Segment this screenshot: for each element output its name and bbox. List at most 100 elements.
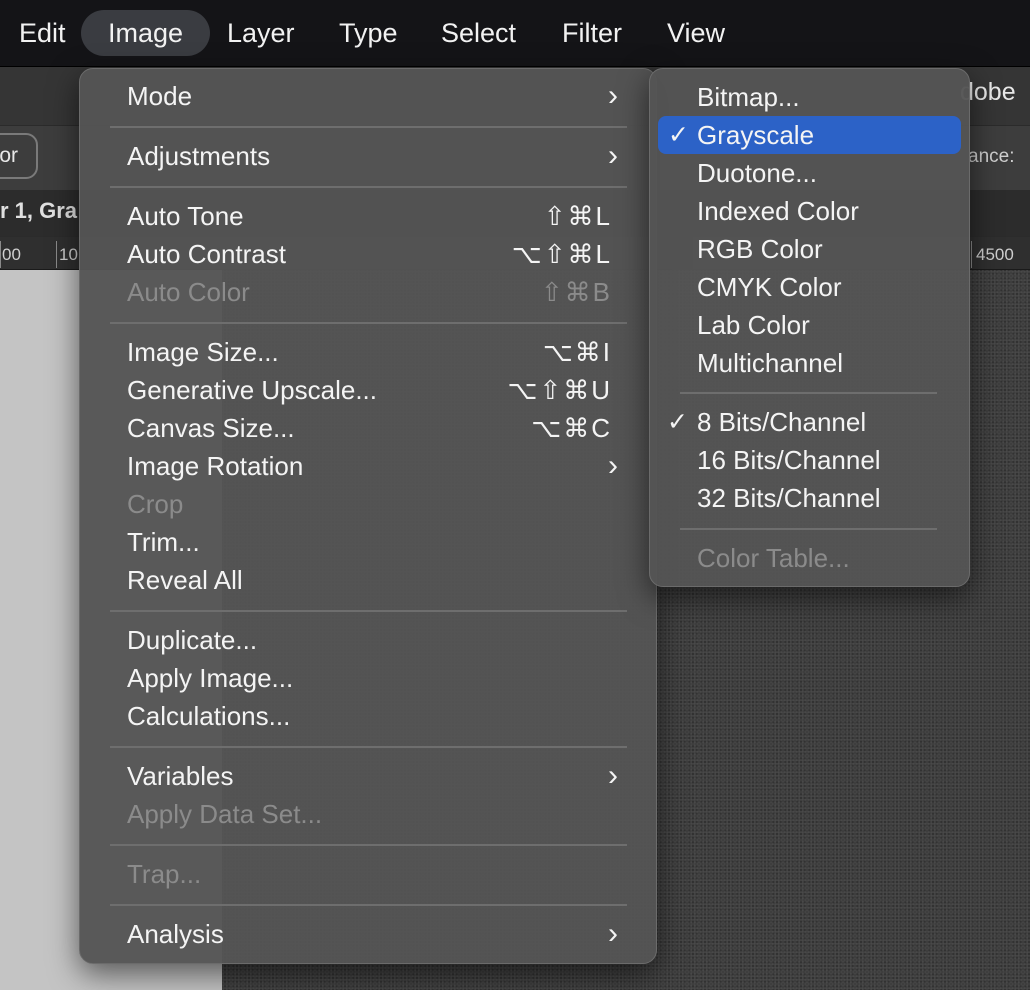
menu-layer[interactable]: Layer <box>227 10 295 56</box>
mode-item-lab-color[interactable]: Lab Color <box>650 306 969 344</box>
menu-item-label: Generative Upscale... <box>127 375 378 405</box>
mode-item-cmyk-color[interactable]: CMYK Color <box>650 268 969 306</box>
chevron-right-icon: › <box>608 759 618 792</box>
menu-item-shortcut: ⇧⌘L <box>543 201 612 231</box>
menu-item-label: Apply Image... <box>127 663 294 693</box>
menu-type[interactable]: Type <box>339 10 398 56</box>
menu-item-label: 32 Bits/Channel <box>697 483 881 513</box>
menu-item-label: Trap... <box>127 859 202 889</box>
menu-item-adjustments[interactable]: Adjustments › <box>80 137 656 175</box>
menu-item-generative-upscale[interactable]: Generative Upscale... ⌥⇧⌘U <box>80 371 656 409</box>
menu-separator <box>110 844 627 846</box>
ruler-label: 10 <box>59 245 78 264</box>
menu-separator <box>110 904 627 906</box>
ruler-tick <box>56 241 57 268</box>
menu-item-label: Auto Contrast <box>127 239 286 269</box>
menu-item-label: Variables <box>127 761 234 791</box>
menu-item-trim[interactable]: Trim... <box>80 523 656 561</box>
ruler-label: 4500 <box>976 245 1014 264</box>
menu-item-label: Calculations... <box>127 701 291 731</box>
menu-item-canvas-size[interactable]: Canvas Size... ⌥⌘C <box>80 409 656 447</box>
menu-separator <box>110 322 627 324</box>
menu-item-image-rotation[interactable]: Image Rotation › <box>80 447 656 485</box>
ruler-tick <box>971 241 972 268</box>
mode-submenu: Bitmap... ✓ Grayscale Duotone... Indexed… <box>649 68 970 587</box>
menu-item-label: Mode <box>127 81 193 111</box>
color-button[interactable]: or <box>0 133 38 179</box>
menu-item-image-size[interactable]: Image Size... ⌥⌘I <box>80 333 656 371</box>
menu-separator <box>110 746 627 748</box>
menu-item-label: Indexed Color <box>697 196 859 226</box>
menu-item-analysis[interactable]: Analysis › <box>80 915 656 953</box>
mode-item-8-bits[interactable]: ✓ 8 Bits/Channel <box>650 403 969 441</box>
menu-view[interactable]: View <box>667 10 725 56</box>
mode-item-multichannel[interactable]: Multichannel <box>650 344 969 382</box>
checkmark-icon: ✓ <box>668 121 689 149</box>
menu-item-label: Image Rotation <box>127 451 304 481</box>
mode-item-duotone[interactable]: Duotone... <box>650 154 969 192</box>
menu-item-shortcut: ⌥⇧⌘U <box>507 375 612 405</box>
mode-item-rgb-color[interactable]: RGB Color <box>650 230 969 268</box>
mode-item-bitmap[interactable]: Bitmap... <box>650 78 969 116</box>
image-menu: Mode › Adjustments › Auto Tone ⇧⌘L Auto … <box>79 68 657 964</box>
menu-item-label: Canvas Size... <box>127 413 295 443</box>
menu-item-label: 8 Bits/Channel <box>697 407 867 437</box>
mode-item-32-bits[interactable]: 32 Bits/Channel <box>650 479 969 517</box>
menu-select[interactable]: Select <box>441 10 516 56</box>
mode-item-color-table: Color Table... <box>650 539 969 577</box>
menu-separator <box>110 610 627 612</box>
menu-edit[interactable]: Edit <box>19 10 66 56</box>
menu-item-shortcut: ⌥⇧⌘L <box>511 239 612 269</box>
menu-item-auto-contrast[interactable]: Auto Contrast ⌥⇧⌘L <box>80 235 656 273</box>
menu-item-label: RGB Color <box>697 234 823 264</box>
menu-item-mode[interactable]: Mode › <box>80 77 656 115</box>
menu-item-label: Analysis <box>127 919 224 949</box>
menu-item-label: Bitmap... <box>697 82 800 112</box>
menu-item-label: Image Size... <box>127 337 279 367</box>
menu-item-label: CMYK Color <box>697 272 842 302</box>
menu-item-label: Adjustments <box>127 141 271 171</box>
chevron-right-icon: › <box>608 139 618 172</box>
menu-item-reveal-all[interactable]: Reveal All <box>80 561 656 599</box>
menu-separator <box>680 392 937 394</box>
menu-item-label: Lab Color <box>697 310 810 340</box>
menu-item-label: Auto Color <box>127 277 250 307</box>
chevron-right-icon: › <box>608 79 618 112</box>
menu-item-duplicate[interactable]: Duplicate... <box>80 621 656 659</box>
menu-bar: Edit Image Layer Type Select Filter View <box>0 0 1030 67</box>
mode-item-16-bits[interactable]: 16 Bits/Channel <box>650 441 969 479</box>
menu-separator <box>110 126 627 128</box>
menu-item-label: 16 Bits/Channel <box>697 445 881 475</box>
menu-item-auto-color: Auto Color ⇧⌘B <box>80 273 656 311</box>
menu-item-label: Duplicate... <box>127 625 258 655</box>
menu-filter[interactable]: Filter <box>562 10 622 56</box>
menu-item-label: Grayscale <box>697 120 815 150</box>
menu-item-label: Duotone... <box>697 158 817 188</box>
menu-item-apply-image[interactable]: Apply Image... <box>80 659 656 697</box>
menu-item-shortcut: ⌥⌘C <box>531 413 612 443</box>
chevron-right-icon: › <box>608 917 618 950</box>
menu-item-shortcut: ⌥⌘I <box>542 337 612 367</box>
menu-item-label: Trim... <box>127 527 200 557</box>
menu-separator <box>680 528 937 530</box>
menu-item-variables[interactable]: Variables › <box>80 757 656 795</box>
menu-separator <box>110 186 627 188</box>
menu-item-label: Crop <box>127 489 184 519</box>
document-tab[interactable]: r 1, Gra <box>0 198 77 224</box>
menu-item-crop: Crop <box>80 485 656 523</box>
menu-item-label: Color Table... <box>697 543 850 573</box>
menu-image[interactable]: Image <box>81 10 211 56</box>
mode-item-grayscale[interactable]: ✓ Grayscale <box>658 116 961 154</box>
menu-item-calculations[interactable]: Calculations... <box>80 697 656 735</box>
mode-item-indexed-color[interactable]: Indexed Color <box>650 192 969 230</box>
menu-item-label: Apply Data Set... <box>127 799 323 829</box>
menu-item-trap: Trap... <box>80 855 656 893</box>
menu-item-label: Reveal All <box>127 565 243 595</box>
menu-item-apply-data-set: Apply Data Set... <box>80 795 656 833</box>
ruler-tick <box>0 241 1 268</box>
menu-item-auto-tone[interactable]: Auto Tone ⇧⌘L <box>80 197 656 235</box>
tolerance-label: ance: <box>968 146 1015 167</box>
chevron-right-icon: › <box>608 449 618 482</box>
menu-item-label: Auto Tone <box>127 201 244 231</box>
ruler-label: 00 <box>2 245 21 264</box>
